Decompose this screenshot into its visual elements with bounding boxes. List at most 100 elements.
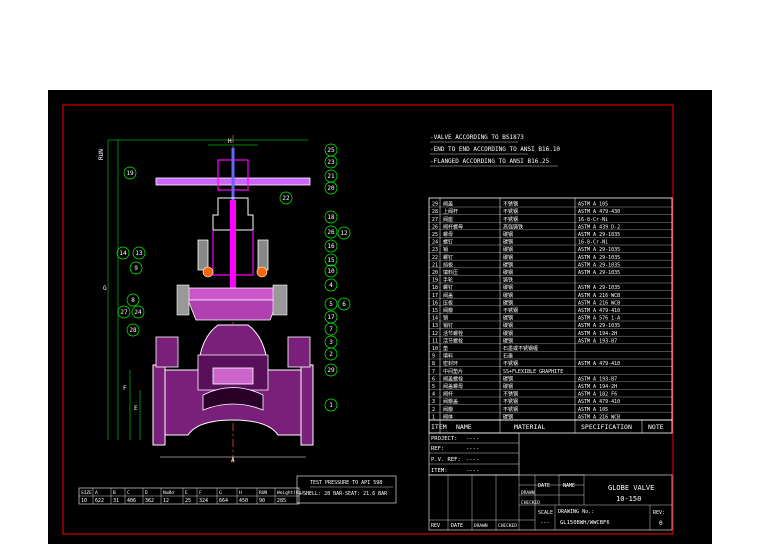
- parts-cell-material: SS+FLEXIBLE GRAPHITE: [503, 369, 563, 375]
- balloon-label: 13: [135, 250, 143, 257]
- test-shell: -SHELL: 28 BAR: [300, 491, 343, 497]
- parts-cell-item: 26: [432, 224, 438, 230]
- rev-col-checked: CHECKED: [498, 523, 517, 529]
- parts-cell-name: 压板: [443, 299, 453, 306]
- dim-g-label: G: [103, 285, 107, 292]
- parts-cell-material: 碳钢: [503, 330, 513, 337]
- title-block: DATE NAME DRAWN CHECKED GLOBE VALVE 10-1…: [428, 474, 673, 531]
- parts-cell-material: 碳钢: [503, 375, 513, 382]
- rev-col-rev: REV: [431, 523, 440, 529]
- parts-cell-material: 不锈钢: [503, 216, 518, 223]
- parts-cell-item: 20: [432, 270, 438, 276]
- parts-cell-spec: ASTM A 479-410: [578, 308, 620, 314]
- balloon-label: 20: [327, 185, 335, 192]
- parts-cell-spec: ASTM A 29-1035: [578, 323, 620, 329]
- parts-cell-material: 碳钢: [503, 261, 513, 268]
- dim-value-cell: 90: [259, 498, 265, 504]
- title-date-label: DATE: [538, 483, 550, 489]
- dim-value-cell: 31: [113, 498, 119, 504]
- parts-cell-item: 23: [432, 247, 438, 253]
- drawing-sheet: RUN G H A F E 25 23 21 20 22 19 18 26 12 16 14 13 15…: [48, 90, 712, 544]
- parts-cell-spec: ASTM A 29-1035: [578, 255, 620, 261]
- scale-label: SCALE: [538, 510, 553, 516]
- parts-cell-name: 活节螺栓: [443, 330, 463, 337]
- pv-ref-label: P.V. REF:: [431, 457, 461, 463]
- parts-cell-spec: ASTM A 193-B7: [578, 376, 617, 382]
- dim-value-cell: 664: [219, 498, 228, 504]
- dim-value-cell: 406: [127, 498, 136, 504]
- parts-cell-spec: 16-8-Cr-Ni: [578, 217, 608, 223]
- drawing-no-label: DRAWING No.:: [558, 509, 594, 515]
- parts-cell-item: 4: [432, 392, 435, 398]
- scale-value: ---: [540, 520, 550, 526]
- parts-cell-spec: ASTM A 216 WCB: [578, 414, 620, 420]
- project-label: PROJECT:: [431, 436, 458, 442]
- dim-run-label: RUN: [98, 149, 105, 160]
- balloon-label: 27: [120, 309, 128, 316]
- dim-e-label: E: [134, 405, 138, 412]
- dim-header-cell: F: [199, 490, 202, 496]
- dim-header-cell: SIZE: [81, 490, 92, 496]
- balloon-label: 14: [119, 250, 127, 257]
- parts-cell-name: 填料压: [443, 269, 458, 276]
- parts-cell-spec: ASTM A 479-430: [578, 209, 620, 215]
- parts-cell-item: 3: [432, 399, 435, 405]
- parts-cell-spec: ASTM A 194-2H: [578, 384, 617, 390]
- parts-cell-spec: ASTM A 29-1035: [578, 270, 620, 276]
- parts-cell-spec: ASTM A 193-B7: [578, 338, 617, 344]
- drawing-no-value: GL150BWH/WWCBF6: [560, 520, 610, 526]
- parts-cell-item: 17: [432, 293, 438, 299]
- balloon-label: 1: [329, 402, 333, 409]
- parts-list-table: ITEM NAME MATERIAL SPECIFICATION NOTE 29…: [428, 197, 673, 434]
- balloon-label: 16: [327, 243, 335, 250]
- balloon-label: 8: [131, 297, 135, 304]
- ref-value: ----: [466, 446, 479, 452]
- parts-cell-material: 不锈钢: [503, 307, 518, 314]
- dim-header-cell: A: [95, 490, 98, 496]
- parts-cell-item: 6: [432, 376, 435, 382]
- parts-cell-name: 密封环: [443, 360, 458, 367]
- parts-cell-material: 碳钢: [503, 337, 513, 344]
- parts-cell-name: 阀瓣: [443, 307, 453, 314]
- balloon-label: 21: [327, 173, 335, 180]
- parts-cell-item: 12: [432, 331, 438, 337]
- parts-cell-name: 阀瓣: [443, 406, 453, 413]
- dim-value-cell: 324: [199, 498, 208, 504]
- parts-cell-item: 18: [432, 285, 438, 291]
- parts-cell-material: 碳钢: [503, 292, 513, 299]
- checked-label: CHECKED: [521, 500, 540, 506]
- balloon-label: 28: [129, 327, 137, 334]
- parts-cell-spec: ASTM A 216 WCB: [578, 300, 620, 306]
- parts-cell-name: 中间垫片: [443, 368, 463, 375]
- parts-cell-material: 碳钢: [503, 246, 513, 253]
- balloon-label: 23: [327, 159, 335, 166]
- balloon-label: 4: [329, 282, 333, 289]
- parts-cell-material: 碳钢: [503, 299, 513, 306]
- parts-cell-name: 填料: [443, 353, 453, 360]
- parts-cell-spec: ASTM A 439 D-2: [578, 224, 620, 230]
- balloon-label: 26: [327, 229, 335, 236]
- parts-cell-material: 碳钢: [503, 269, 513, 276]
- dim-value-cell: 362: [145, 498, 154, 504]
- parts-cell-name: 阀盖螺母: [443, 383, 463, 390]
- parts-cell-item: 14: [432, 316, 438, 322]
- title-name-label: NAME: [563, 483, 575, 489]
- parts-cell-spec: ASTM A 105: [578, 202, 608, 208]
- parts-cell-item: 25: [432, 232, 438, 238]
- parts-cell-spec: ASTM A 182 F6: [578, 392, 617, 398]
- parts-cell-spec: ASTM A 576 1-A: [578, 316, 620, 322]
- header-name: NAME: [456, 423, 472, 431]
- parts-cell-name: 销: [443, 246, 448, 253]
- balloon-label: 2: [329, 351, 333, 358]
- project-value: ----: [466, 436, 479, 442]
- header-note: NOTE: [648, 423, 664, 431]
- test-title: TEST PRESSURE TO API 598: [310, 480, 382, 486]
- dim-value-cell: 12: [163, 498, 169, 504]
- rev-col-date: DATE: [451, 523, 463, 529]
- parts-cell-material: 铸铁: [503, 277, 513, 284]
- test-pressure-box: TEST PRESSURE TO API 598 -SHELL: 28 BAR …: [296, 475, 397, 504]
- parts-cell-name: 销: [443, 315, 448, 322]
- parts-cell-name: 阀杆螺母: [443, 223, 463, 230]
- parts-cell-name: 螺钉: [443, 239, 453, 246]
- header-material: MATERIAL: [514, 423, 545, 431]
